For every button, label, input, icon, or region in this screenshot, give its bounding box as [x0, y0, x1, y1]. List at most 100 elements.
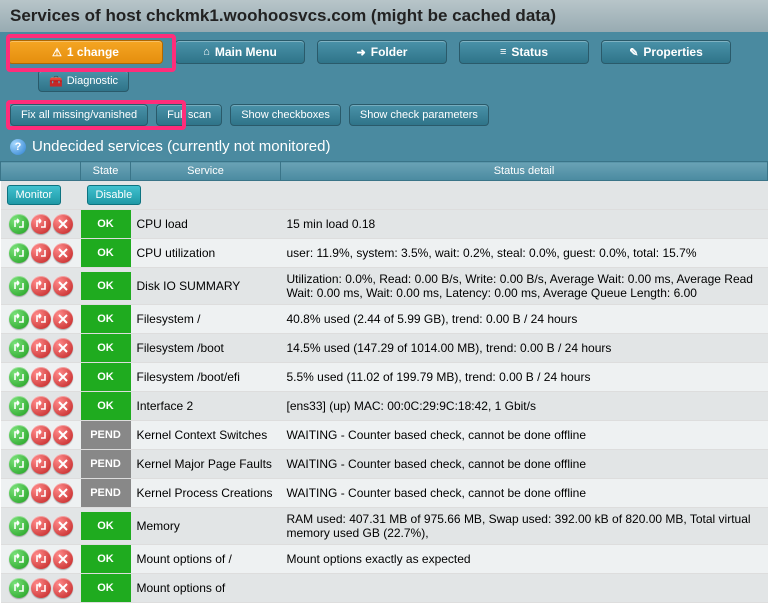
row-action-icon[interactable] [31, 338, 51, 358]
section-heading: ? Undecided services (currently not moni… [0, 132, 768, 161]
table-row: OKFilesystem /40.8% used (2.44 of 5.99 G… [1, 305, 768, 334]
row-action-icon[interactable] [9, 454, 29, 474]
row-action-icon[interactable] [31, 454, 51, 474]
status-detail: WAITING - Counter based check, cannot be… [281, 479, 768, 508]
properties-label: Properties [643, 45, 702, 59]
table-row: PENDKernel Major Page FaultsWAITING - Co… [1, 450, 768, 479]
changes-label: 1 change [67, 45, 119, 59]
service-name: Kernel Context Switches [131, 421, 281, 450]
row-action-icon[interactable] [9, 549, 29, 569]
row-action-icon[interactable] [53, 516, 73, 536]
status-detail: Utilization: 0.0%, Read: 0.00 B/s, Write… [281, 268, 768, 305]
main-menu-label: Main Menu [215, 45, 277, 59]
services-table: State Service Status detail Monitor Disa… [0, 161, 768, 603]
service-name: Filesystem /boot/efi [131, 363, 281, 392]
table-row: PENDKernel Context SwitchesWAITING - Cou… [1, 421, 768, 450]
status-detail: 15 min load 0.18 [281, 210, 768, 239]
full-scan-button[interactable]: Full scan [156, 104, 222, 126]
row-action-icon[interactable] [31, 483, 51, 503]
status-button[interactable]: ≡ Status [459, 40, 589, 64]
pencil-icon: ✎ [629, 46, 638, 59]
status-detail: 14.5% used (147.29 of 1014.00 MB), trend… [281, 334, 768, 363]
row-action-icon[interactable] [9, 309, 29, 329]
row-action-icon[interactable] [31, 516, 51, 536]
state-badge: OK [81, 574, 131, 602]
table-row: OKDisk IO SUMMARYUtilization: 0.0%, Read… [1, 268, 768, 305]
help-icon[interactable]: ? [10, 139, 26, 155]
row-action-icon[interactable] [53, 367, 73, 387]
state-badge: OK [81, 239, 131, 267]
folder-icon: ➜ [357, 46, 366, 59]
main-menu-button[interactable]: ⌂ Main Menu [175, 40, 305, 64]
row-action-icon[interactable] [53, 549, 73, 569]
state-badge: PEND [81, 479, 131, 507]
row-action-icon[interactable] [9, 276, 29, 296]
status-label: Status [511, 45, 548, 59]
fix-all-button[interactable]: Fix all missing/vanished [10, 104, 148, 126]
service-name: Filesystem / [131, 305, 281, 334]
row-action-icon[interactable] [31, 425, 51, 445]
col-detail: Status detail [281, 162, 768, 181]
row-action-icon[interactable] [53, 338, 73, 358]
row-action-icon[interactable] [31, 309, 51, 329]
row-action-icon[interactable] [53, 243, 73, 263]
main-toolbar: ⚠ 1 change ⌂ Main Menu ➜ Folder ≡ Status… [0, 32, 768, 68]
status-detail: WAITING - Counter based check, cannot be… [281, 421, 768, 450]
diagnostic-label: Diagnostic [67, 75, 118, 87]
state-badge: OK [81, 272, 131, 300]
action-row: Fix all missing/vanished Full scan Show … [0, 98, 768, 132]
service-name: Filesystem /boot [131, 334, 281, 363]
state-badge: OK [81, 334, 131, 362]
status-detail: Mount options exactly as expected [281, 545, 768, 574]
folder-button[interactable]: ➜ Folder [317, 40, 447, 64]
row-action-icon[interactable] [9, 425, 29, 445]
table-row: OKFilesystem /boot/efi5.5% used (11.02 o… [1, 363, 768, 392]
show-params-button[interactable]: Show check parameters [349, 104, 489, 126]
row-action-icon[interactable] [9, 367, 29, 387]
row-action-icon[interactable] [9, 483, 29, 503]
status-detail: RAM used: 407.31 MB of 975.66 MB, Swap u… [281, 508, 768, 545]
row-action-icon[interactable] [31, 578, 51, 598]
table-row: OKMount options of /Mount options exactl… [1, 545, 768, 574]
row-action-icon[interactable] [53, 425, 73, 445]
folder-label: Folder [371, 45, 408, 59]
row-action-icon[interactable] [53, 309, 73, 329]
row-action-icon[interactable] [53, 396, 73, 416]
row-action-icon[interactable] [53, 454, 73, 474]
row-action-icon[interactable] [9, 396, 29, 416]
state-badge: PEND [81, 421, 131, 449]
row-action-icon[interactable] [53, 578, 73, 598]
table-row: OKInterface 2[ens33] (up) MAC: 00:0C:29:… [1, 392, 768, 421]
table-row: OKMemoryRAM used: 407.31 MB of 975.66 MB… [1, 508, 768, 545]
status-detail: user: 11.9%, system: 3.5%, wait: 0.2%, s… [281, 239, 768, 268]
row-action-icon[interactable] [31, 276, 51, 296]
row-action-icon[interactable] [9, 214, 29, 234]
monitor-button[interactable]: Monitor [7, 185, 62, 205]
table-row: OKCPU load15 min load 0.18 [1, 210, 768, 239]
service-name: Interface 2 [131, 392, 281, 421]
row-action-icon[interactable] [53, 483, 73, 503]
status-detail: 40.8% used (2.44 of 5.99 GB), trend: 0.0… [281, 305, 768, 334]
status-detail [281, 574, 768, 603]
service-name: Disk IO SUMMARY [131, 268, 281, 305]
service-name: Kernel Process Creations [131, 479, 281, 508]
row-action-icon[interactable] [53, 214, 73, 234]
show-checkboxes-button[interactable]: Show checkboxes [230, 104, 341, 126]
diagnostic-button[interactable]: 🧰 Diagnostic [38, 70, 129, 92]
state-badge: OK [81, 545, 131, 573]
row-action-icon[interactable] [31, 214, 51, 234]
row-action-icon[interactable] [31, 396, 51, 416]
row-action-icon[interactable] [9, 243, 29, 263]
page-title: Services of host chckmk1.woohoosvcs.com … [0, 0, 768, 32]
changes-button[interactable]: ⚠ 1 change [8, 40, 163, 64]
diagnostic-icon: 🧰 [49, 75, 63, 88]
row-action-icon[interactable] [31, 549, 51, 569]
row-action-icon[interactable] [9, 338, 29, 358]
disable-button[interactable]: Disable [87, 185, 142, 205]
row-action-icon[interactable] [9, 516, 29, 536]
row-action-icon[interactable] [9, 578, 29, 598]
row-action-icon[interactable] [31, 243, 51, 263]
properties-button[interactable]: ✎ Properties [601, 40, 731, 64]
row-action-icon[interactable] [31, 367, 51, 387]
row-action-icon[interactable] [53, 276, 73, 296]
